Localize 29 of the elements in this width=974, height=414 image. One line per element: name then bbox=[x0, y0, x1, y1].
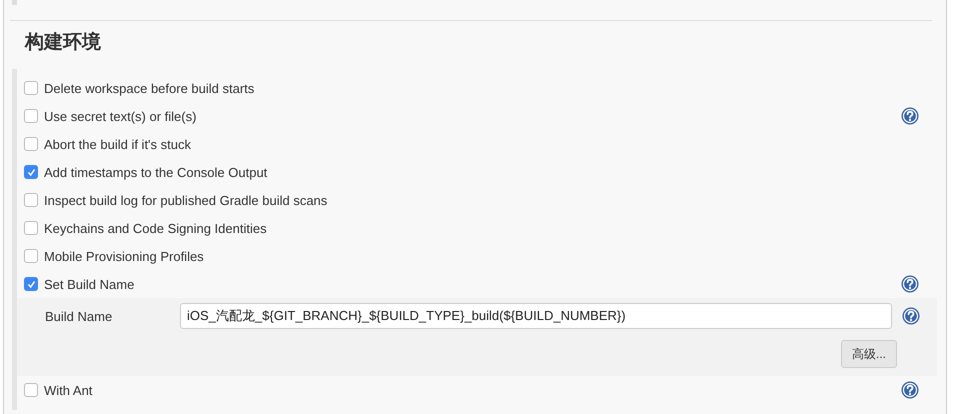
checkbox[interactable] bbox=[24, 137, 38, 151]
option-label: Mobile Provisioning Profiles bbox=[44, 248, 205, 264]
checkbox[interactable] bbox=[24, 249, 38, 263]
option-label: Add timestamps to the Console Output bbox=[44, 164, 268, 180]
option-label: Abort the build if it's stuck bbox=[44, 136, 192, 152]
section-title: 构建环境 bbox=[25, 30, 101, 55]
checkbox[interactable] bbox=[24, 221, 38, 235]
option-label: Inspect build log for published Gradle build scans bbox=[44, 192, 328, 208]
option-label: Set Build Name bbox=[44, 276, 136, 292]
checkbox[interactable] bbox=[24, 165, 38, 179]
checkmark-icon bbox=[26, 168, 36, 176]
advanced-button[interactable]: 高级... bbox=[840, 340, 897, 368]
checkbox[interactable] bbox=[24, 277, 38, 291]
checkbox[interactable] bbox=[24, 193, 38, 207]
help-icon[interactable] bbox=[901, 381, 919, 399]
checkbox[interactable] bbox=[24, 109, 38, 123]
option-label: Use secret text(s) or file(s) bbox=[44, 108, 198, 124]
checkbox[interactable] bbox=[24, 81, 38, 95]
field-label: Build Name bbox=[45, 308, 114, 324]
checkmark-icon bbox=[26, 280, 36, 288]
help-icon[interactable] bbox=[902, 307, 920, 325]
checkbox[interactable] bbox=[24, 383, 38, 397]
help-icon[interactable] bbox=[901, 275, 919, 293]
option-label: Keychains and Code Signing Identities bbox=[44, 220, 268, 236]
option-label: With Ant bbox=[44, 382, 94, 398]
build-name-field[interactable]: iOS_汽配龙_${GIT_BRANCH}_${BUILD_TYPE}_build(${BUILD_NUMBER}) bbox=[180, 303, 892, 329]
scroll-marker bbox=[12, 0, 17, 5]
help-icon[interactable] bbox=[901, 107, 919, 125]
option-label: Delete workspace before build starts bbox=[44, 80, 256, 96]
